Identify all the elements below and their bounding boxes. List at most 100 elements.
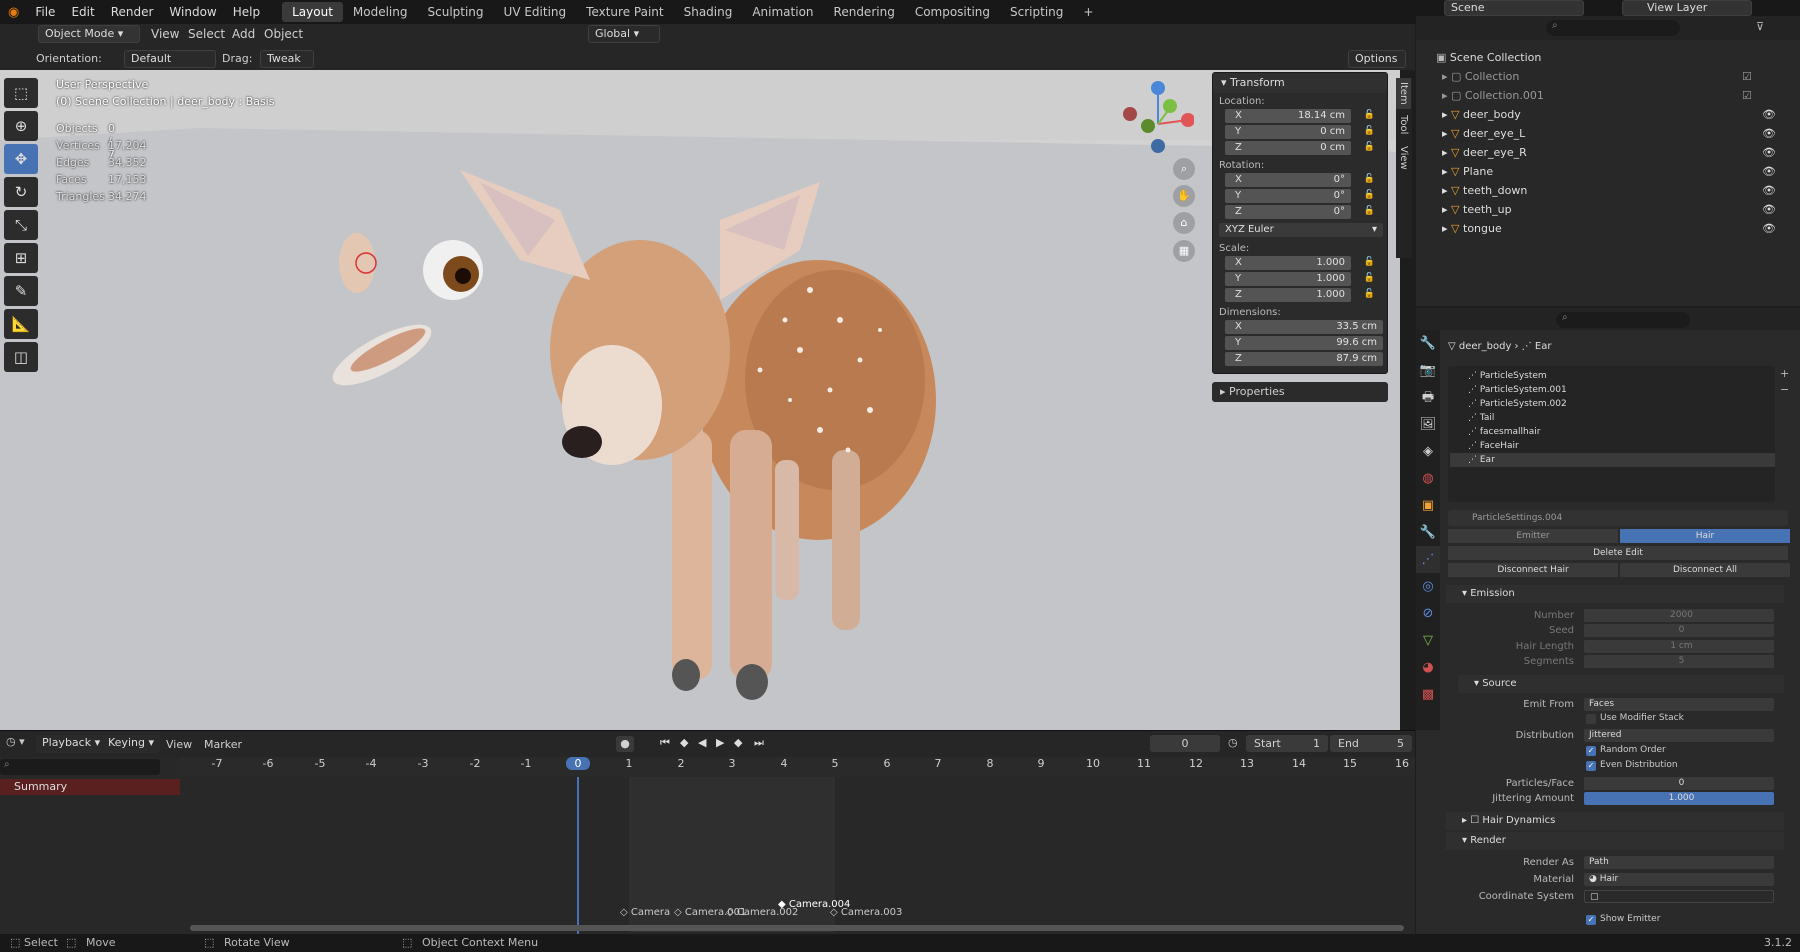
orientation-dropdown[interactable]: Default bbox=[124, 50, 216, 68]
start-frame-field[interactable]: Start 1 bbox=[1246, 735, 1328, 752]
dimensions-y-field[interactable]: Y 99.6 cm bbox=[1225, 336, 1383, 350]
tool-tab-icon[interactable]: 🔧 bbox=[1416, 330, 1440, 357]
outliner-scene-collection[interactable]: ▣ Scene Collection bbox=[1416, 48, 1800, 67]
render-section-header[interactable]: ▾ Render bbox=[1446, 832, 1784, 850]
even-distribution-checkbox[interactable]: ✓ bbox=[1586, 761, 1596, 771]
drag-dropdown[interactable]: Tweak bbox=[260, 50, 314, 68]
filter-icon[interactable]: ⊽ bbox=[1756, 20, 1764, 33]
view-layer-selector[interactable]: View Layer bbox=[1622, 0, 1752, 16]
rotate-tool-icon[interactable]: ↻ bbox=[4, 177, 38, 207]
eye-icon[interactable]: 👁 bbox=[1762, 181, 1776, 200]
options-dropdown[interactable]: Options ▾ bbox=[1348, 50, 1406, 81]
measure-tool-icon[interactable]: 📐 bbox=[4, 309, 38, 339]
header-menu-select[interactable]: Select bbox=[188, 27, 225, 41]
outliner-item[interactable]: ▸ ▽ deer_eye_R 👁 bbox=[1416, 143, 1800, 162]
tab-sculpting[interactable]: Sculpting bbox=[418, 2, 494, 22]
checkbox-icon[interactable]: ☑ bbox=[1742, 67, 1752, 86]
view-layer-tab-icon[interactable]: 🖼 bbox=[1416, 411, 1440, 438]
disconnect-hair-button[interactable]: Disconnect Hair bbox=[1448, 563, 1618, 577]
render-as-dropdown[interactable]: Path bbox=[1584, 856, 1774, 869]
end-frame-field[interactable]: End 5 bbox=[1330, 735, 1412, 752]
material-dropdown[interactable]: ◕ Hair bbox=[1584, 873, 1774, 886]
rotation-z-field[interactable]: Z 0° bbox=[1225, 205, 1351, 219]
object-tab-icon[interactable]: ▣ bbox=[1416, 492, 1440, 519]
menu-render[interactable]: Render bbox=[103, 5, 162, 19]
scene-selector[interactable]: Scene bbox=[1444, 0, 1584, 16]
outliner-item[interactable]: ▸ ▽ deer_body 👁 bbox=[1416, 105, 1800, 124]
texture-tab-icon[interactable]: ▩ bbox=[1416, 681, 1440, 708]
lock-icon[interactable]: 🔓 bbox=[1364, 190, 1375, 200]
tab-scripting[interactable]: Scripting bbox=[1000, 2, 1073, 22]
deer-eye-left-object[interactable] bbox=[339, 233, 375, 293]
hair-tab[interactable]: Hair bbox=[1620, 529, 1790, 543]
list-item[interactable]: ⋰ ParticleSystem bbox=[1450, 369, 1775, 383]
outliner-item[interactable]: ▸ ▽ tongue 👁 bbox=[1416, 219, 1800, 238]
tab-uv-editing[interactable]: UV Editing bbox=[494, 2, 577, 22]
tab-animation[interactable]: Animation bbox=[742, 2, 823, 22]
tab-tool[interactable]: Tool bbox=[1396, 109, 1411, 140]
location-y-field[interactable]: Y0 cm bbox=[1225, 125, 1351, 139]
eye-icon[interactable]: 👁 bbox=[1762, 143, 1776, 162]
emit-from-dropdown[interactable]: Faces bbox=[1584, 698, 1774, 711]
menu-window[interactable]: Window bbox=[161, 5, 224, 19]
material-tab-icon[interactable]: ◕ bbox=[1416, 654, 1440, 681]
scale-z-field[interactable]: Z 1.000 bbox=[1225, 288, 1351, 302]
lock-icon[interactable]: 🔓 bbox=[1364, 289, 1375, 299]
hair-length-field[interactable]: 1 cm bbox=[1584, 640, 1774, 653]
use-modifier-stack-checkbox[interactable] bbox=[1586, 714, 1596, 724]
location-z-field[interactable]: Z0 cm bbox=[1225, 141, 1351, 155]
annotate-tool-icon[interactable]: ✎ bbox=[4, 276, 38, 306]
navigation-gizmo[interactable] bbox=[1118, 78, 1195, 154]
lock-icon[interactable]: 🔓 bbox=[1364, 206, 1375, 216]
dimensions-x-field[interactable]: X 33.5 cm bbox=[1225, 320, 1383, 334]
transform-tool-icon[interactable]: ⊞ bbox=[4, 243, 38, 273]
emission-section-header[interactable]: ▾ Emission bbox=[1446, 585, 1784, 603]
lock-icon[interactable]: 🔓 bbox=[1364, 142, 1375, 152]
delete-edit-button[interactable]: Delete Edit bbox=[1448, 546, 1788, 560]
modifier-tab-icon[interactable]: 🔧 bbox=[1416, 519, 1440, 546]
rotation-mode-dropdown[interactable]: XYZ Euler ▾ bbox=[1219, 223, 1383, 237]
pan-hand-icon[interactable]: ✋ bbox=[1173, 185, 1195, 207]
disconnect-all-button[interactable]: Disconnect All bbox=[1620, 563, 1790, 577]
header-menu-view[interactable]: View bbox=[151, 27, 179, 41]
checkbox-icon[interactable]: ☑ bbox=[1742, 86, 1752, 105]
transform-space-dropdown[interactable]: Global ▾ bbox=[588, 25, 660, 43]
hair-dynamics-section-header[interactable]: ▸ ☐ Hair Dynamics bbox=[1446, 812, 1784, 830]
lock-icon[interactable]: 🔓 bbox=[1364, 110, 1375, 120]
eye-icon[interactable]: 👁 bbox=[1762, 162, 1776, 181]
tab-item[interactable]: Item bbox=[1396, 78, 1411, 109]
tab-modeling[interactable]: Modeling bbox=[343, 2, 418, 22]
tab-view[interactable]: View bbox=[1396, 140, 1411, 176]
tab-shading[interactable]: Shading bbox=[674, 2, 743, 22]
output-tab-icon[interactable]: 🖶 bbox=[1416, 384, 1440, 411]
tab-rendering[interactable]: Rendering bbox=[824, 2, 905, 22]
outliner-item[interactable]: ▸ ▽ Plane 👁 bbox=[1416, 162, 1800, 181]
blender-logo-icon[interactable]: ◉ bbox=[0, 5, 27, 20]
particles-tab-icon[interactable]: ⋰ bbox=[1416, 546, 1440, 573]
header-menu-add[interactable]: Add bbox=[232, 27, 255, 41]
constraints-tab-icon[interactable]: ⊘ bbox=[1416, 600, 1440, 627]
outliner-item[interactable]: ▸ ▽ deer_eye_L 👁 bbox=[1416, 124, 1800, 143]
keying-menu[interactable]: Keying ▾ bbox=[102, 735, 160, 753]
camera-view-icon[interactable]: ⌂ bbox=[1173, 212, 1195, 234]
timeline-scrollbar[interactable] bbox=[190, 925, 1404, 931]
number-field[interactable]: 2000 bbox=[1584, 609, 1774, 622]
outliner-item[interactable]: ▸ ▽ teeth_down 👁 bbox=[1416, 181, 1800, 200]
particle-settings-field[interactable]: ParticleSettings.004 bbox=[1448, 510, 1788, 526]
properties-search-input[interactable]: ⌕ bbox=[1556, 312, 1690, 328]
jump-start-icon[interactable]: ⏮ bbox=[660, 736, 670, 750]
list-item[interactable]: ⋰ ParticleSystem.001 bbox=[1450, 383, 1775, 397]
remove-particle-system-icon[interactable]: − bbox=[1780, 383, 1789, 396]
summary-channel[interactable]: Summary bbox=[0, 779, 180, 795]
select-box-tool-icon[interactable]: ⬚ bbox=[4, 78, 38, 108]
segments-field[interactable]: 5 bbox=[1584, 655, 1774, 668]
perspective-grid-icon[interactable]: ▦ bbox=[1173, 240, 1195, 262]
scale-x-field[interactable]: X 1.000 bbox=[1225, 256, 1351, 270]
physics-tab-icon[interactable]: ◎ bbox=[1416, 573, 1440, 600]
frame-ruler[interactable]: -7 -6 -5 -4 -3 -2 -1 0 1 2 3 4 5 6 7 8 9… bbox=[180, 757, 1415, 777]
tab-compositing[interactable]: Compositing bbox=[905, 2, 1000, 22]
eye-icon[interactable]: 👁 bbox=[1762, 200, 1776, 219]
rotation-y-field[interactable]: Y 0° bbox=[1225, 189, 1351, 203]
play-reverse-icon[interactable]: ◀ bbox=[698, 736, 706, 749]
properties-subpanel-header[interactable]: ▸ Properties bbox=[1212, 382, 1388, 402]
